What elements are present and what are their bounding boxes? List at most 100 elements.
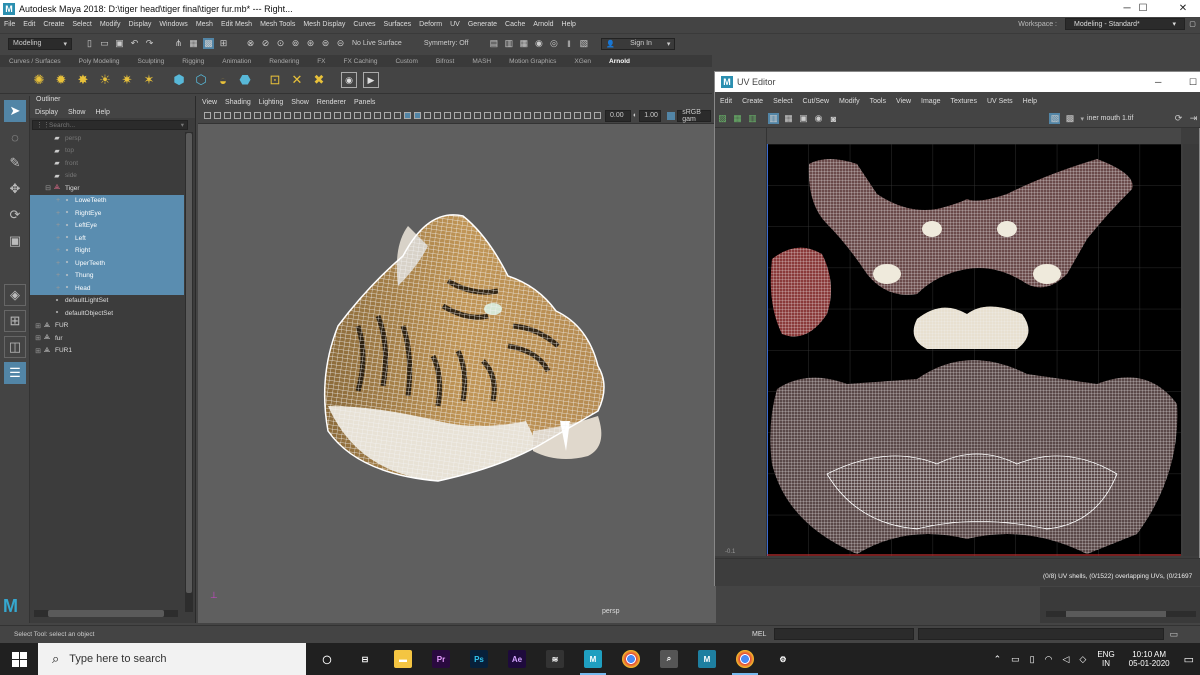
point-light-icon[interactable]: ✹ <box>53 72 69 88</box>
shelf-tab-rendering[interactable]: Rendering <box>260 58 308 65</box>
checker-icon[interactable]: ◉ <box>813 113 824 124</box>
undo-icon[interactable]: ↶ <box>129 38 140 49</box>
viewport-tool-icon[interactable] <box>363 112 371 119</box>
outliner-scrollbar[interactable] <box>185 132 193 612</box>
viewport-tool-icon[interactable] <box>413 112 421 119</box>
hscroll-thumb[interactable] <box>48 610 164 617</box>
maya-tool-taskbar-button[interactable]: ≋ <box>536 643 574 675</box>
pixel-snap-icon[interactable]: ▦ <box>783 113 794 124</box>
shelf-tab-motion-graphics[interactable]: Motion Graphics <box>500 58 565 65</box>
expand-icon[interactable]: + <box>54 235 62 242</box>
outliner-menu-help[interactable]: Help <box>90 109 114 116</box>
menu-item-mesh-display[interactable]: Mesh Display <box>299 21 349 28</box>
uv-shell-lower-jaw[interactable] <box>770 360 1178 554</box>
uv-distortion-icon[interactable]: ▥ <box>747 113 758 124</box>
workspace-dropdown[interactable]: Modeling - Standard* ▾ <box>1065 18 1185 30</box>
light-link-icon[interactable]: ✖ <box>311 72 327 88</box>
two-view-icon[interactable]: ◫ <box>4 336 26 358</box>
chevron-up-icon[interactable]: ⌃ <box>994 654 1002 665</box>
start-button[interactable] <box>0 643 38 675</box>
outliner-row[interactable]: ▰ side <box>30 170 184 183</box>
viewport-tool-icon[interactable] <box>243 112 251 119</box>
menu-item-arnold[interactable]: Arnold <box>529 21 557 28</box>
chrome-taskbar-button[interactable]: ● <box>612 643 650 675</box>
battery-icon[interactable]: ▯ <box>1030 654 1035 665</box>
viewport-tool-icon[interactable] <box>493 112 501 119</box>
viewport-tool-icon[interactable] <box>563 112 571 119</box>
viewport-tool-icon[interactable] <box>583 112 591 119</box>
rotate-tool-icon[interactable]: ⟳ <box>4 204 26 226</box>
viewport-tool-icon[interactable] <box>423 112 431 119</box>
outliner-row[interactable]: ▰ top <box>30 145 184 158</box>
four-view-icon[interactable]: ⊞ <box>4 310 26 332</box>
menu-item-help[interactable]: Help <box>558 21 580 28</box>
viewport-tool-icon[interactable] <box>383 112 391 119</box>
viewport-tool-icon[interactable] <box>443 112 451 119</box>
snap-view-icon[interactable]: ⊚ <box>290 38 301 49</box>
refresh-icon[interactable]: ⟳ <box>1173 113 1184 124</box>
photometric-light-icon[interactable]: ✶ <box>141 72 157 88</box>
hypershade-icon[interactable]: ◉ <box>533 38 544 49</box>
uv-shell-teeth[interactable] <box>913 306 1029 350</box>
viewport-menu-view[interactable]: View <box>198 99 221 106</box>
viewport-tool-icon[interactable] <box>373 112 381 119</box>
open-scene-icon[interactable]: ▭ <box>99 38 110 49</box>
lock-icon[interactable]: ▢ <box>1187 19 1198 30</box>
network-icon[interactable]: ▭ <box>1011 654 1020 665</box>
standin-icon[interactable]: ⬢ <box>171 72 187 88</box>
expand-icon[interactable]: ⊟ <box>44 184 52 192</box>
outliner-layout-icon[interactable]: ☰ <box>4 362 26 384</box>
maya-taskbar-button[interactable]: M <box>574 643 612 675</box>
menu-item-mesh-tools[interactable]: Mesh Tools <box>256 21 299 28</box>
chrome-2-taskbar-button[interactable]: ● <box>726 643 764 675</box>
notifications-icon[interactable]: ▭ <box>1184 653 1194 666</box>
outliner-row[interactable]: ⊞ ⟁ FUR1 <box>30 345 184 358</box>
outliner-search[interactable]: ⋮⋮ Search... ▾ <box>32 120 188 130</box>
viewport-tool-icon[interactable] <box>513 112 521 119</box>
paint-select-icon[interactable]: ✎ <box>4 152 26 174</box>
wifi-icon[interactable]: ◠ <box>1045 654 1053 665</box>
flush-cache-icon[interactable]: ⊡ <box>267 72 283 88</box>
outliner-row[interactable]: ▰ front <box>30 157 184 170</box>
viewport-menu-shading[interactable]: Shading <box>221 99 255 106</box>
tiger-head-model[interactable] <box>298 206 638 486</box>
expand-icon[interactable]: + <box>54 197 62 204</box>
viewport-tool-icon[interactable] <box>463 112 471 119</box>
select-component-icon[interactable]: ▩ <box>203 38 214 49</box>
shelf-tab-poly-modeling[interactable]: Poly Modeling <box>70 58 129 65</box>
outliner-row[interactable]: + ⬩ UperTeeth <box>30 257 184 270</box>
shelf-tab-fx-caching[interactable]: FX Caching <box>335 58 387 65</box>
after-effects-taskbar-button[interactable]: Ae <box>498 643 536 675</box>
select-hierarchy-icon[interactable]: ⋔ <box>173 38 184 49</box>
outliner-row[interactable]: + ⬩ Thung <box>30 269 184 282</box>
arnold-icon[interactable]: ▧ <box>578 38 589 49</box>
viewport-menu-panels[interactable]: Panels <box>350 99 379 106</box>
viewport-tool-icon[interactable] <box>253 112 261 119</box>
viewport-tool-icon[interactable] <box>263 112 271 119</box>
outliner-row[interactable]: ⬩ defaultObjectSet <box>30 307 184 320</box>
texture-name[interactable]: iner mouth 1.tif <box>1087 115 1171 122</box>
viewport-tool-icon[interactable] <box>203 112 211 119</box>
shelf-tab-sculpting[interactable]: Sculpting <box>129 58 174 65</box>
clock[interactable]: 10:10 AM 05-01-2020 <box>1129 650 1170 668</box>
shelf-tab-arnold[interactable]: Arnold <box>600 58 639 65</box>
viewport-tool-icon[interactable] <box>323 112 331 119</box>
uv-grid-canvas[interactable] <box>767 144 1181 556</box>
file-explorer-taskbar-button[interactable]: ▬ <box>384 643 422 675</box>
curve-collector-icon[interactable]: ⬣ <box>237 72 253 88</box>
select-object-icon[interactable]: ▦ <box>188 38 199 49</box>
menu-item-edit[interactable]: Edit <box>19 21 39 28</box>
color-space-dropdown[interactable]: sRGB gam <box>677 109 712 123</box>
maya-2-taskbar-button[interactable]: M <box>688 643 726 675</box>
dim-image-icon[interactable]: ▣ <box>798 113 809 124</box>
viewport-tool-icon[interactable] <box>303 112 311 119</box>
shelf-tab-curves-surfaces[interactable]: Curves / Surfaces <box>0 58 70 65</box>
viewport-tool-icon[interactable] <box>283 112 291 119</box>
inspector-taskbar-button[interactable]: ⌕ <box>650 643 688 675</box>
viewport-tool-icon[interactable] <box>333 112 341 119</box>
menu-item-surfaces[interactable]: Surfaces <box>380 21 416 28</box>
uv-menu-uv-sets[interactable]: UV Sets <box>982 98 1018 105</box>
volume-icon[interactable]: ⬡ <box>193 72 209 88</box>
color-management-icon[interactable] <box>667 111 676 120</box>
grid-icon[interactable]: ▥ <box>768 113 779 124</box>
